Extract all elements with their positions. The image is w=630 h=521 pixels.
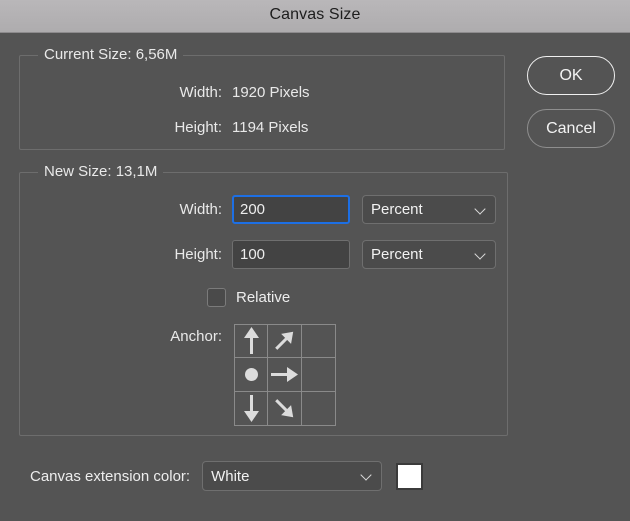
current-height-value: 1194 Pixels — [232, 119, 309, 136]
anchor-cell-top-center[interactable] — [268, 325, 302, 359]
cancel-button[interactable]: Cancel — [527, 109, 615, 148]
new-height-unit-value: Percent — [371, 246, 423, 263]
canvas-extension-select[interactable]: White — [202, 461, 383, 491]
anchor-cell-middle-left[interactable] — [235, 358, 269, 392]
anchor-grid[interactable] — [234, 324, 336, 426]
anchor-label: Anchor: — [170, 328, 222, 345]
arrow-down-right-icon — [270, 394, 298, 422]
arrow-right-icon — [269, 366, 299, 383]
new-width-label: Width: — [179, 201, 222, 218]
new-height-row: Height: Percent — [100, 240, 496, 269]
new-width-unit-select-wrap: Percent — [362, 195, 496, 224]
titlebar[interactable]: Canvas Size — [0, 0, 630, 33]
relative-label: Relative — [236, 289, 291, 306]
relative-checkbox[interactable] — [207, 288, 226, 307]
current-height-row: Height: 1194 Pixels — [100, 119, 400, 136]
new-height-input[interactable] — [232, 240, 350, 269]
anchor-cell-bottom-right[interactable] — [302, 392, 335, 425]
arrow-up-icon — [243, 326, 260, 356]
canvas-size-dialog: Canvas Size OK Cancel Current Size: 6,56… — [0, 0, 630, 521]
new-height-unit-select[interactable]: Percent — [362, 240, 496, 269]
anchor-cell-middle-center[interactable] — [268, 358, 302, 392]
new-size-legend: New Size: 13,1M — [38, 163, 164, 180]
new-width-row: Width: Percent — [100, 195, 496, 224]
anchor-cell-top-right[interactable] — [301, 325, 335, 359]
current-height-label: Height: — [174, 119, 222, 136]
arrow-down-icon — [243, 393, 260, 423]
anchor-cell-top-left[interactable] — [235, 325, 269, 359]
new-width-input[interactable] — [232, 195, 350, 224]
relative-row[interactable]: Relative — [207, 288, 290, 307]
ok-button[interactable]: OK — [527, 56, 615, 95]
current-width-row: Width: 1920 Pixels — [100, 84, 400, 101]
window-title: Canvas Size — [269, 6, 361, 23]
new-width-unit-select[interactable]: Percent — [362, 195, 496, 224]
anchor-cell-middle-right[interactable] — [301, 358, 335, 392]
arrow-up-right-icon — [270, 327, 298, 355]
new-height-unit-select-wrap: Percent — [362, 240, 496, 269]
canvas-extension-row: Canvas extension color: White — [30, 461, 424, 491]
chevron-down-icon — [475, 204, 487, 216]
chevron-down-icon — [475, 249, 487, 261]
chevron-down-icon — [361, 470, 373, 482]
canvas-extension-color-swatch[interactable] — [396, 462, 424, 490]
anchor-cell-bottom-center[interactable] — [268, 391, 302, 425]
new-height-label: Height: — [174, 246, 222, 263]
anchor-dot-icon — [244, 367, 258, 381]
current-size-legend: Current Size: 6,56M — [38, 46, 184, 63]
current-width-label: Width: — [179, 84, 222, 101]
new-width-unit-value: Percent — [371, 201, 423, 218]
anchor-cell-bottom-left[interactable] — [235, 391, 269, 425]
canvas-extension-value: White — [211, 467, 250, 485]
current-width-value: 1920 Pixels — [232, 84, 310, 101]
canvas-extension-label: Canvas extension color: — [30, 467, 191, 485]
